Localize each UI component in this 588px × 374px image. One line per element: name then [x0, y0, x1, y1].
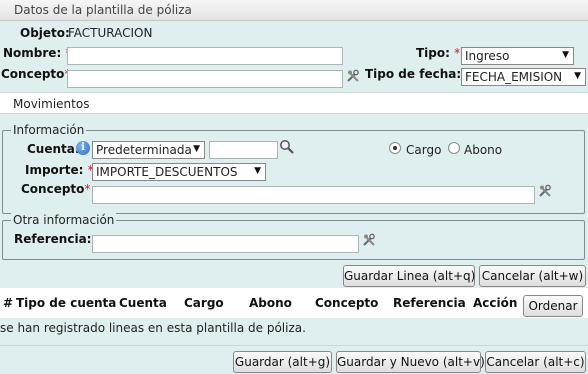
referencia-input[interactable] — [92, 235, 359, 253]
magnifier-icon[interactable] — [279, 139, 295, 155]
tipo-fecha-label: Tipo de fecha: * — [365, 67, 471, 81]
column-header: Abono — [249, 296, 292, 310]
column-header: Acción — [473, 296, 518, 310]
column-header: Tipo de cuenta — [16, 296, 117, 310]
chevron-down-icon: ▼ — [574, 71, 581, 81]
cuenta-select[interactable]: Predeterminada ▼ — [92, 141, 205, 159]
otra-informacion-legend: Otra información — [11, 213, 117, 227]
cargo-label: Cargo — [406, 143, 442, 157]
informacion-concepto-label: Concepto* — [21, 182, 91, 196]
importe-select[interactable]: IMPORTE_DESCUENTOS ▼ — [92, 163, 266, 181]
info-icon[interactable]: i — [76, 141, 90, 155]
cancel-line-button[interactable]: Cancelar (alt+w) — [479, 265, 586, 287]
concepto-input[interactable] — [67, 70, 343, 88]
abono-radio[interactable] — [448, 142, 460, 154]
tipo-fecha-select-value: FECHA_EMISION — [465, 70, 563, 84]
tools-icon[interactable] — [346, 69, 360, 83]
save-button[interactable]: Guardar (alt+g) — [233, 351, 332, 373]
chevron-down-icon: ▼ — [254, 166, 261, 176]
chevron-down-icon: ▼ — [562, 50, 569, 60]
tools-icon[interactable] — [538, 184, 552, 198]
informacion-concepto-input[interactable] — [92, 186, 535, 204]
cancel-button[interactable]: Cancelar (alt+c) — [485, 351, 586, 373]
chevron-down-icon: ▼ — [193, 144, 200, 154]
abono-label: Abono — [464, 143, 503, 157]
objeto-label: Objeto: — [20, 26, 70, 40]
tipo-select-value: Ingreso — [465, 49, 510, 63]
tipo-fecha-select[interactable]: FECHA_EMISION ▼ — [461, 68, 586, 86]
cuenta-input[interactable] — [209, 141, 278, 159]
tipo-select[interactable]: Ingreso ▼ — [461, 47, 574, 65]
tab-movimientos[interactable]: Movimientos — [0, 92, 588, 114]
nombre-label: Nombre: * — [3, 46, 71, 60]
tab-movimientos-label: Movimientos — [13, 97, 90, 111]
column-header: # — [3, 296, 14, 310]
window-title: Datos de la plantilla de póliza — [0, 0, 588, 21]
nombre-input[interactable] — [67, 47, 343, 65]
concepto-label: Concepto* — [1, 67, 70, 81]
empty-table-message: se han registrado lineas en esta plantil… — [0, 321, 306, 335]
tipo-label: Tipo: * — [416, 46, 461, 60]
column-header: Cargo — [184, 296, 224, 310]
objeto-value: FACTURACION — [68, 26, 153, 40]
window-title-text: Datos de la plantilla de póliza — [14, 3, 192, 17]
tools-icon[interactable] — [362, 233, 376, 247]
cargo-radio[interactable] — [389, 142, 401, 154]
save-and-new-button[interactable]: Guardar y Nuevo (alt+v) — [336, 351, 485, 373]
cuenta-select-value: Predeterminada — [96, 143, 192, 157]
referencia-label: Referencia: — [14, 232, 92, 246]
importe-label: Importe: * — [25, 163, 94, 177]
sort-button[interactable]: Ordenar — [523, 295, 583, 317]
save-line-button[interactable]: Guardar Linea (alt+q) — [343, 265, 475, 287]
column-header: Referencia — [393, 296, 466, 310]
cuenta-label: Cuenta: — [27, 142, 80, 156]
informacion-legend: Información — [11, 123, 87, 137]
column-header: Cuenta — [119, 296, 167, 310]
importe-select-value: IMPORTE_DESCUENTOS — [96, 165, 238, 179]
column-header: Concepto — [315, 296, 379, 310]
